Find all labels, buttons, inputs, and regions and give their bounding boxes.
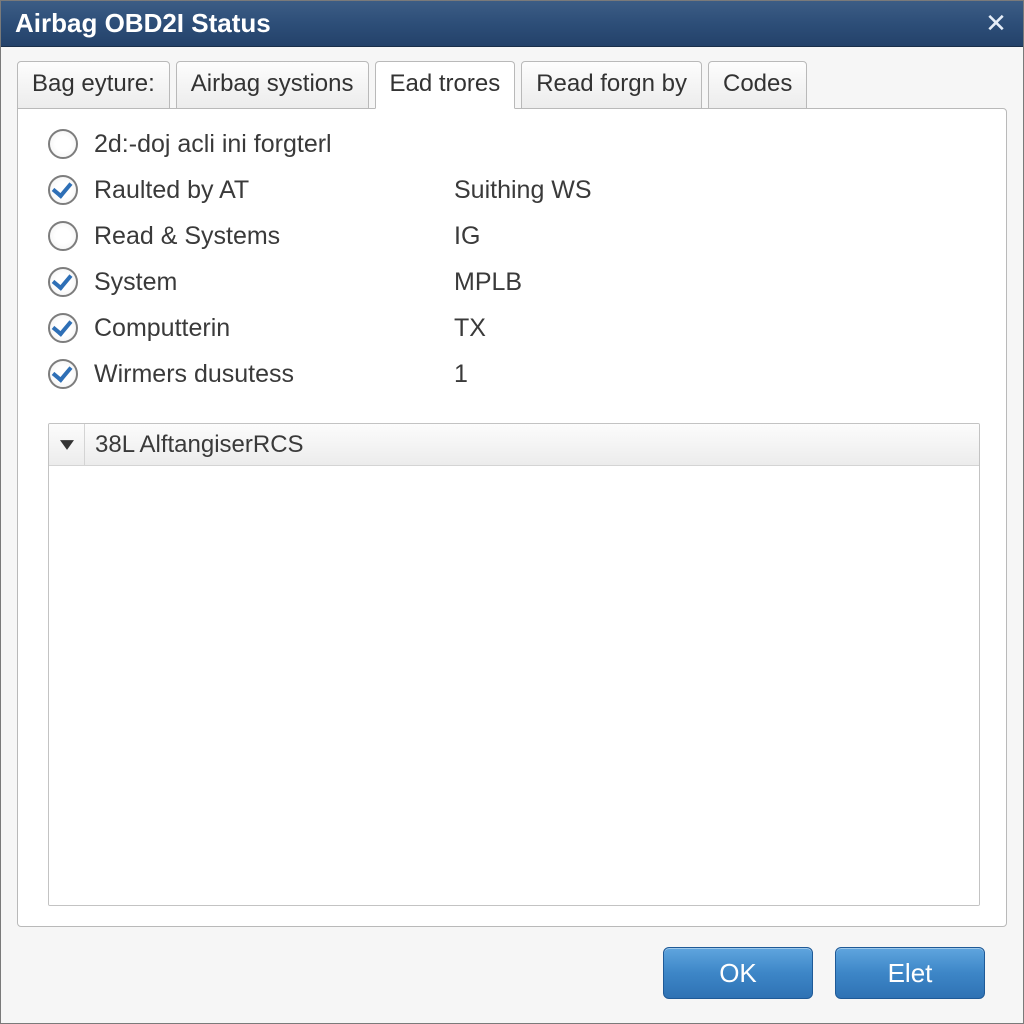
- dialog-window: Airbag OBD2I Status ✕ Bag eyture: Airbag…: [0, 0, 1024, 1024]
- radio-icon[interactable]: [48, 221, 78, 251]
- option-label: Wirmers dusutess: [94, 360, 454, 389]
- option-row: System MPLB: [48, 267, 980, 297]
- option-row: Computterin TX: [48, 313, 980, 343]
- tab-bag-eyture[interactable]: Bag eyture:: [17, 61, 170, 109]
- radio-icon[interactable]: [48, 129, 78, 159]
- option-row: Wirmers dusutess 1: [48, 359, 980, 389]
- tab-read-forgn-by[interactable]: Read forgn by: [521, 61, 702, 109]
- tab-airbag-systions[interactable]: Airbag systions: [176, 61, 369, 109]
- titlebar: Airbag OBD2I Status ✕: [1, 1, 1023, 47]
- dropdown-selected: 38L AlftangiserRCS: [85, 431, 304, 459]
- option-label: Read & Systems: [94, 222, 454, 251]
- tab-panel: 2d:-doj acli ini forgterl Raulted by AT …: [17, 108, 1007, 927]
- option-row: Read & Systems IG: [48, 221, 980, 251]
- option-row: Raulted by AT Suithing WS: [48, 175, 980, 205]
- option-row: 2d:-doj acli ini forgterl: [48, 129, 980, 159]
- tab-strip: Bag eyture: Airbag systions Ead trores R…: [17, 61, 1007, 109]
- option-label: Computterin: [94, 314, 454, 343]
- results-panel: 38L AlftangiserRCS: [48, 423, 980, 906]
- content-area: Bag eyture: Airbag systions Ead trores R…: [1, 47, 1023, 1023]
- option-label: 2d:-doj acli ini forgterl: [94, 130, 454, 159]
- ok-button[interactable]: OK: [663, 947, 813, 999]
- tab-codes[interactable]: Codes: [708, 61, 807, 109]
- dropdown-header[interactable]: 38L AlftangiserRCS: [49, 424, 979, 466]
- radio-checked-icon[interactable]: [48, 267, 78, 297]
- radio-checked-icon[interactable]: [48, 175, 78, 205]
- elet-button[interactable]: Elet: [835, 947, 985, 999]
- option-value: MPLB: [454, 268, 522, 297]
- chevron-down-icon: [49, 424, 85, 465]
- results-body: [49, 466, 979, 905]
- option-value: IG: [454, 222, 480, 251]
- option-label: System: [94, 268, 454, 297]
- tab-ead-trores[interactable]: Ead trores: [375, 61, 516, 109]
- option-value: Suithing WS: [454, 176, 592, 205]
- close-icon[interactable]: ✕: [979, 7, 1013, 41]
- window-title: Airbag OBD2I Status: [15, 8, 979, 39]
- radio-checked-icon[interactable]: [48, 359, 78, 389]
- option-value: TX: [454, 314, 486, 343]
- button-row: OK Elet: [17, 927, 1007, 1005]
- option-label: Raulted by AT: [94, 176, 454, 205]
- option-value: 1: [454, 360, 468, 389]
- radio-checked-icon[interactable]: [48, 313, 78, 343]
